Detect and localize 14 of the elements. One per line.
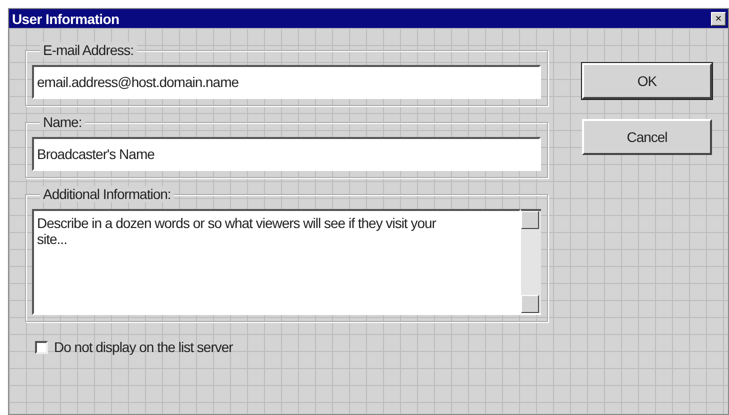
scroll-down-button[interactable] — [521, 295, 539, 313]
cancel-button[interactable]: Cancel — [582, 119, 712, 155]
close-button[interactable]: × — [711, 12, 726, 26]
checkbox[interactable] — [35, 340, 48, 354]
scroll-up-button[interactable] — [521, 211, 539, 229]
text-field[interactable]: email.address@host.domain.name — [32, 65, 541, 99]
checkbox-label: Do not display on the list server — [54, 339, 233, 355]
field-label: E-mail Address: — [40, 42, 137, 58]
field-label: Name: — [40, 114, 85, 130]
text-area[interactable]: Describe in a dozen words or so what viewers will see if they visit your site... — [32, 209, 521, 315]
window-title: User Information — [12, 10, 120, 26]
text-field[interactable]: Broadcaster's Name — [32, 137, 541, 171]
field-label: Additional Information: — [40, 186, 174, 202]
ok-button[interactable]: OK — [582, 63, 712, 99]
